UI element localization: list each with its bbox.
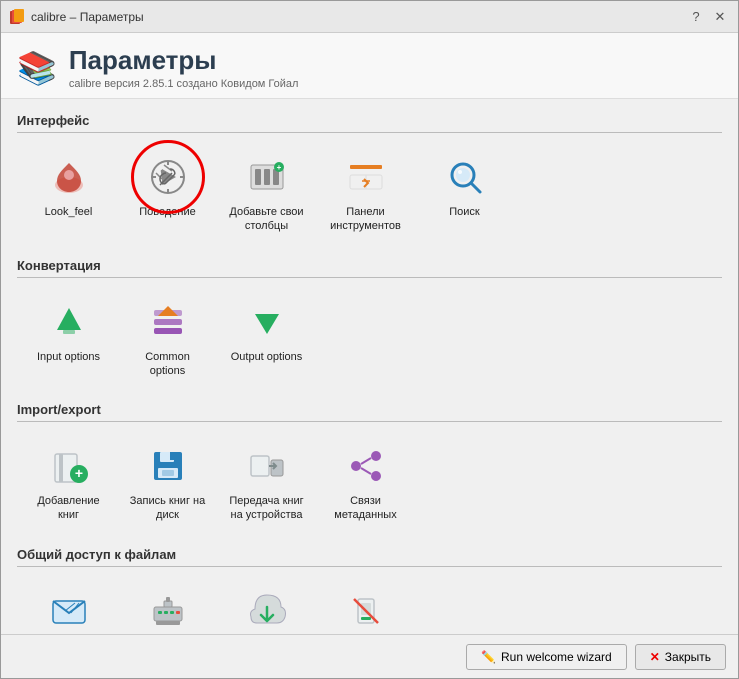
page-subtitle: calibre версия 2.85.1 создано Ковидом Го… bbox=[69, 78, 299, 90]
item-look_feel[interactable]: Look_feel bbox=[21, 143, 116, 244]
section-header-conversion: Конвертация bbox=[17, 258, 722, 278]
section-importexport: Import/export + Добавление книг Запись к… bbox=[17, 402, 722, 533]
item-label-toolbar: Панели инструментов bbox=[326, 205, 405, 234]
item-output_options[interactable]: Output options bbox=[219, 288, 314, 389]
item-label-common_options: Common options bbox=[128, 350, 207, 379]
input-icon bbox=[45, 298, 93, 346]
wizard-label: Run welcome wizard bbox=[501, 650, 612, 664]
footer: ✏️ Run welcome wizard ✕ Закрыть bbox=[1, 634, 738, 678]
header-icon: 📚 bbox=[17, 49, 57, 87]
section-conversion: Конвертация Input options Common options… bbox=[17, 258, 722, 389]
transfer-icon bbox=[243, 442, 291, 490]
section-header-sharing: Общий доступ к файлам bbox=[17, 547, 722, 567]
download-icon bbox=[243, 587, 291, 634]
close-x-icon: ✕ bbox=[650, 650, 660, 664]
item-addbooks[interactable]: + Добавление книг bbox=[21, 432, 116, 533]
main-window: calibre – Параметры ? ✕ 📚 Параметры cali… bbox=[0, 0, 739, 679]
svg-text:+: + bbox=[74, 465, 82, 481]
item-network[interactable]: Сетевой доступ bbox=[120, 577, 215, 634]
page-header: 📚 Параметры calibre версия 2.85.1 создан… bbox=[1, 33, 738, 99]
item-label-search: Поиск bbox=[449, 205, 479, 219]
content-area: 📚 Параметры calibre версия 2.85.1 создан… bbox=[1, 33, 738, 634]
item-common_options[interactable]: Common options bbox=[120, 288, 215, 389]
item-transfer[interactable]: Передача книг на устройства bbox=[219, 432, 314, 533]
section-sharing: Общий доступ к файлам Пересылка книг по … bbox=[17, 547, 722, 634]
section-header-interface: Интерфейс bbox=[17, 113, 722, 133]
item-label-addbooks: Добавление книг bbox=[29, 494, 108, 523]
settings-content[interactable]: Интерфейс Look_feel Поведение + Добавьте… bbox=[1, 99, 738, 634]
addbook-icon: + bbox=[45, 442, 93, 490]
wizard-button[interactable]: ✏️ Run welcome wizard bbox=[466, 644, 627, 670]
titlebar: calibre – Параметры ? ✕ bbox=[1, 1, 738, 33]
item-label-input_options: Input options bbox=[37, 350, 100, 364]
section-items-interface: Look_feel Поведение + Добавьте свои стол… bbox=[17, 143, 722, 244]
item-behavior[interactable]: Поведение bbox=[120, 143, 215, 244]
help-button[interactable]: ? bbox=[686, 7, 706, 27]
close-dialog-button[interactable]: ✕ Закрыть bbox=[635, 644, 726, 670]
item-label-metalinks: Связи метаданных bbox=[326, 494, 405, 523]
item-label-look_feel: Look_feel bbox=[45, 205, 93, 219]
ignored-icon bbox=[342, 587, 390, 634]
item-toolbar[interactable]: Панели инструментов bbox=[318, 143, 413, 244]
item-label-savedisk: Запись книг на диск bbox=[128, 494, 207, 523]
common-icon bbox=[144, 298, 192, 346]
item-columns[interactable]: + Добавьте свои столбцы bbox=[219, 143, 314, 244]
metalinks-icon bbox=[342, 442, 390, 490]
item-label-columns: Добавьте свои столбцы bbox=[227, 205, 306, 234]
network-icon bbox=[144, 587, 192, 634]
titlebar-left: calibre – Параметры bbox=[9, 9, 144, 25]
output-icon bbox=[243, 298, 291, 346]
svg-text:+: + bbox=[276, 163, 281, 172]
item-label-output_options: Output options bbox=[231, 350, 303, 364]
item-ignored[interactable]: Игнорируемые устройства bbox=[318, 577, 413, 634]
email-icon bbox=[45, 587, 93, 634]
close-label: Закрыть bbox=[665, 650, 711, 664]
window-title: calibre – Параметры bbox=[31, 10, 144, 24]
item-metalinks[interactable]: Связи метаданных bbox=[318, 432, 413, 533]
section-items-importexport: + Добавление книг Запись книг на диск Пе… bbox=[17, 432, 722, 533]
titlebar-controls: ? ✕ bbox=[686, 7, 730, 27]
item-input_options[interactable]: Input options bbox=[21, 288, 116, 389]
item-search[interactable]: Поиск bbox=[417, 143, 512, 244]
savedisk-icon bbox=[144, 442, 192, 490]
section-items-sharing: Пересылка книг по E-mail Сетевой доступ … bbox=[17, 577, 722, 634]
section-interface: Интерфейс Look_feel Поведение + Добавьте… bbox=[17, 113, 722, 244]
section-header-importexport: Import/export bbox=[17, 402, 722, 422]
item-download[interactable]: Загрузка метаданных bbox=[219, 577, 314, 634]
wizard-icon: ✏️ bbox=[481, 650, 496, 664]
behavior-icon bbox=[144, 153, 192, 201]
columns-icon: + bbox=[243, 153, 291, 201]
search-icon bbox=[441, 153, 489, 201]
header-text: Параметры calibre версия 2.85.1 создано … bbox=[69, 45, 299, 90]
look_feel-icon bbox=[45, 153, 93, 201]
app-icon bbox=[9, 9, 25, 25]
close-button[interactable]: ✕ bbox=[710, 7, 730, 27]
item-email[interactable]: Пересылка книг по E-mail bbox=[21, 577, 116, 634]
section-items-conversion: Input options Common options Output opti… bbox=[17, 288, 722, 389]
toolbar-icon bbox=[342, 153, 390, 201]
page-title: Параметры bbox=[69, 45, 299, 76]
item-label-transfer: Передача книг на устройства bbox=[227, 494, 306, 523]
item-savedisk[interactable]: Запись книг на диск bbox=[120, 432, 215, 533]
